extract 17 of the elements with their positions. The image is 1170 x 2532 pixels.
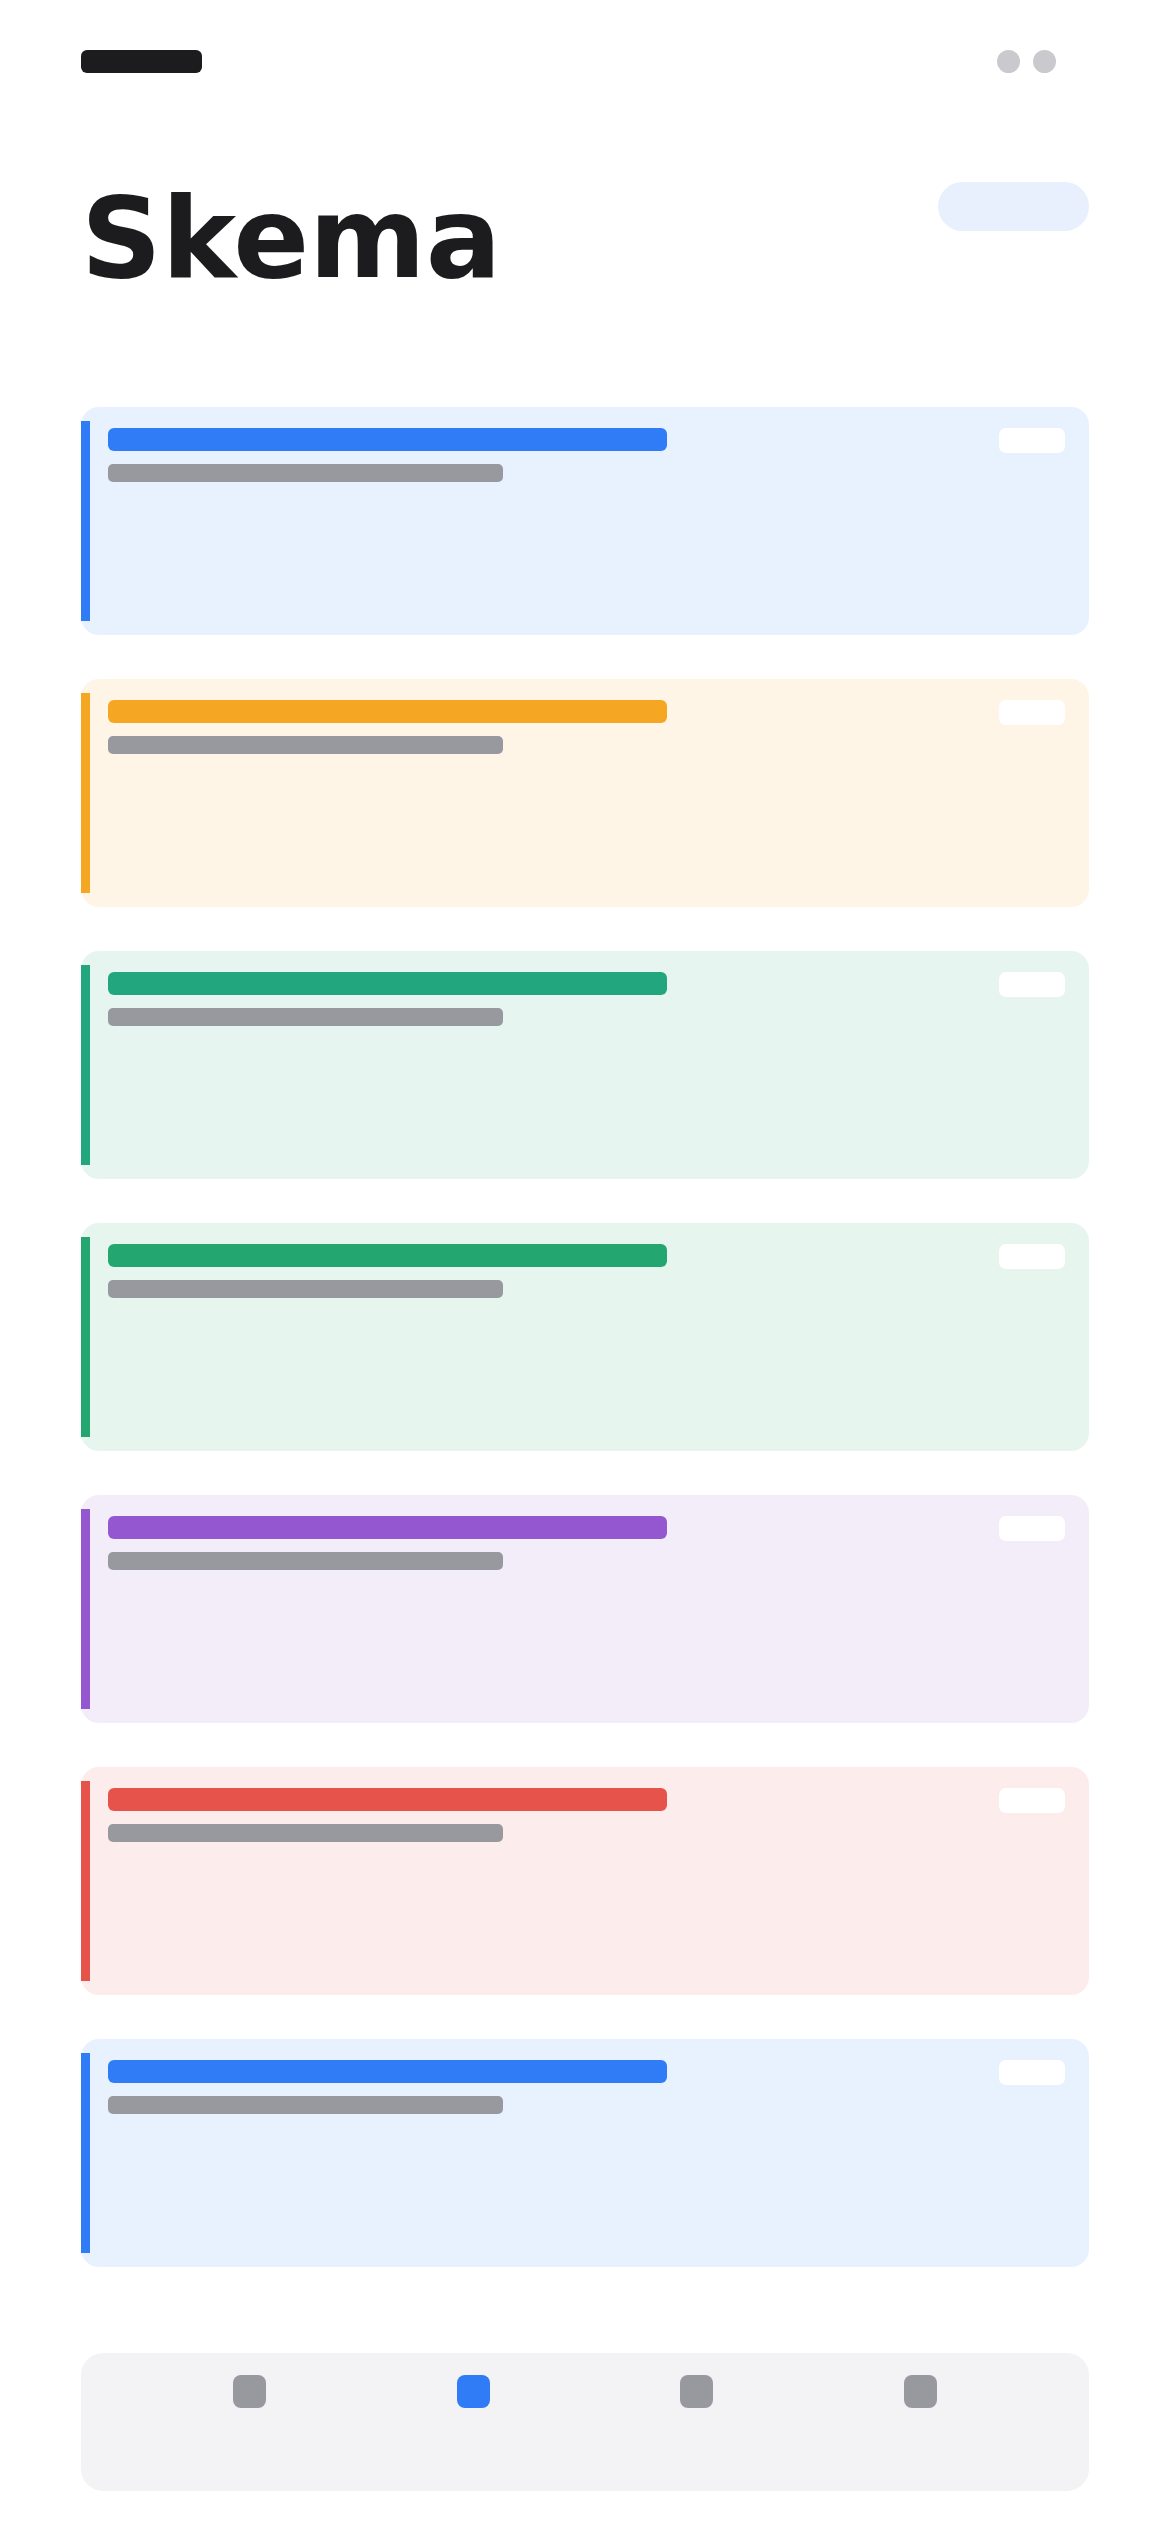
dot-icon (997, 50, 1020, 73)
schedule-card[interactable] (81, 1495, 1089, 1723)
schedule-card[interactable] (81, 1223, 1089, 1451)
schedule-card[interactable] (81, 407, 1089, 635)
dot-icon (1033, 50, 1056, 73)
nav-tab[interactable] (903, 2375, 937, 2408)
schedule-card[interactable] (81, 679, 1089, 907)
chip-placeholder (999, 700, 1065, 725)
nav-tab[interactable] (456, 2375, 490, 2408)
schedule-card[interactable] (81, 2039, 1089, 2267)
chip-placeholder (999, 972, 1065, 997)
page-title: Skema (81, 182, 502, 294)
nav-tab[interactable] (680, 2375, 714, 2408)
nav-tab[interactable] (233, 2375, 267, 2408)
schedule-card[interactable] (81, 951, 1089, 1179)
schedule-card[interactable] (81, 1767, 1089, 1995)
chip-placeholder (999, 1244, 1065, 1269)
